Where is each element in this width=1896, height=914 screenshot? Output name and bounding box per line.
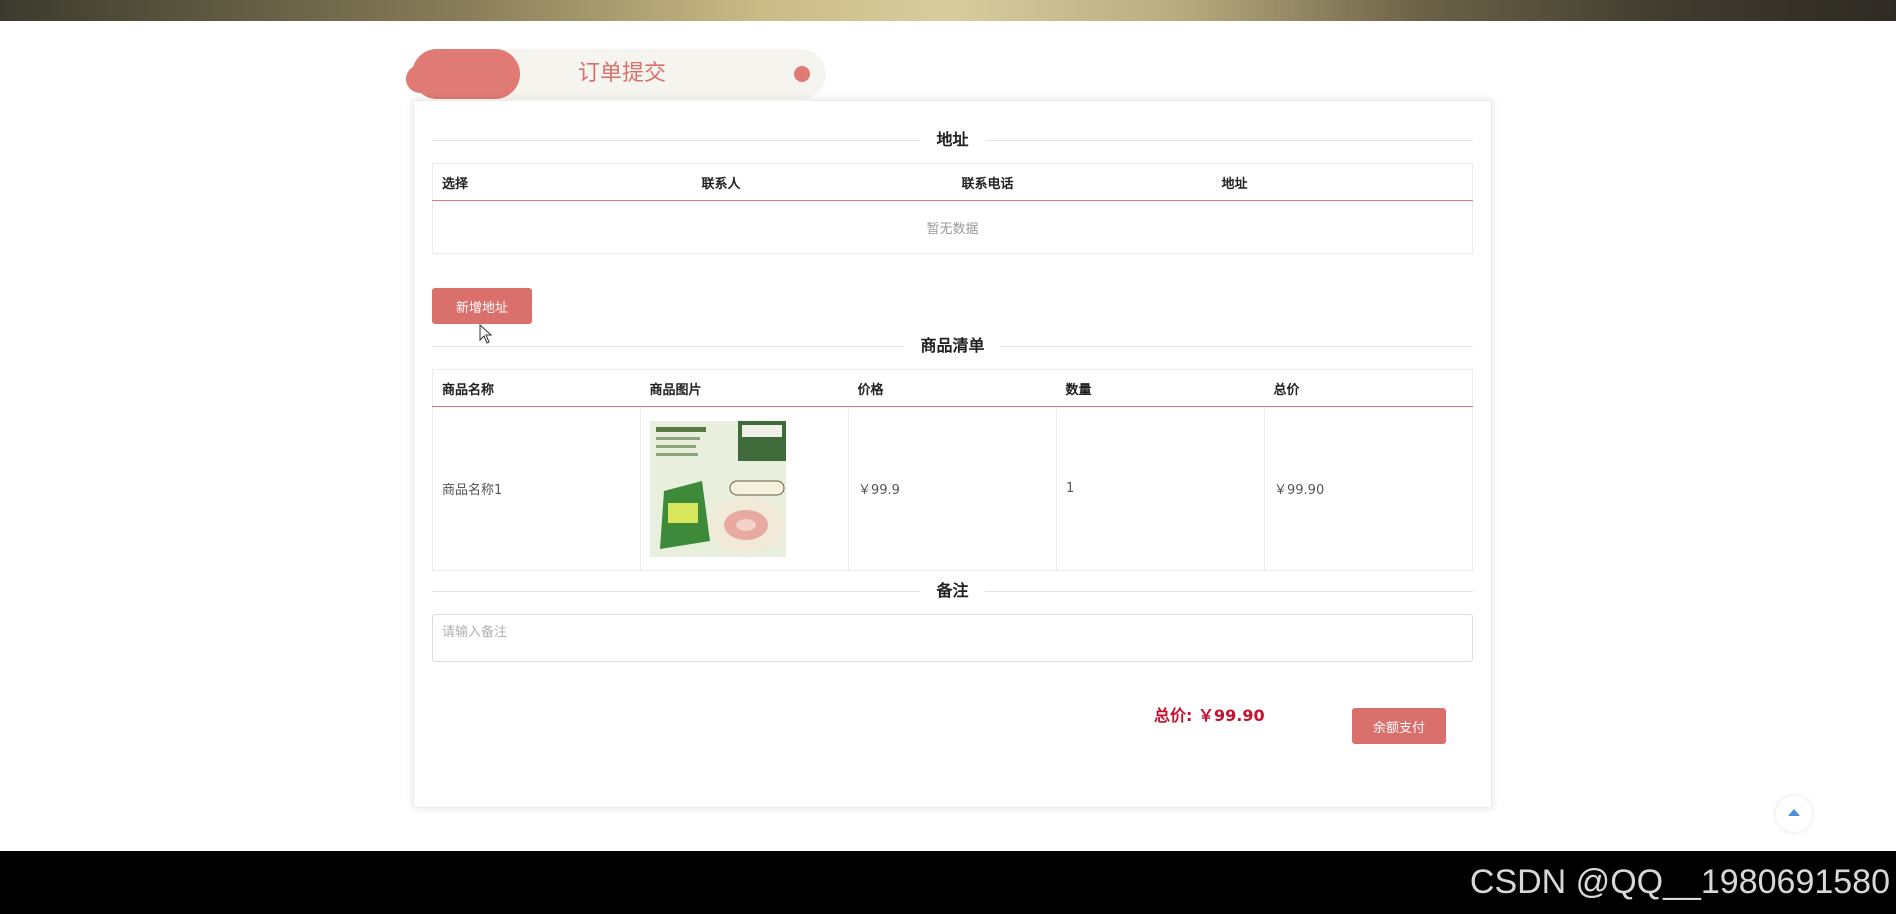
watermark-text: CSDN @QQ__1980691580 [1469,863,1890,901]
remark-section-divider: 备注 [432,579,1473,603]
column-header-price: 价格 [848,369,1057,407]
bottom-bar: CSDN @QQ__1980691580 [0,851,1896,914]
back-to-top-button[interactable] [1776,796,1812,832]
title-decoration-dot [794,66,810,82]
goods-section-divider: 商品清单 [432,334,1473,358]
order-total: 总价: ￥99.90 [1154,705,1504,727]
column-header-quantity: 数量 [1056,369,1265,407]
column-header-contact: 联系人 [692,163,953,201]
column-header-total: 总价 [1264,369,1473,407]
page-title: 订单提交 [577,61,666,86]
table-row: 商品名称1 ￥99.9 1 ￥99.90 [432,406,1473,571]
total-label: 总价: [1154,706,1193,725]
address-table-header: 选择 联系人 联系电话 地址 [432,163,1473,201]
goods-name-cell: 商品名称1 [432,406,641,571]
product-image [650,420,786,557]
column-header-select: 选择 [432,163,693,201]
remark-textarea[interactable] [432,614,1473,662]
add-address-button[interactable]: 新增地址 [432,288,532,324]
page-title-tab: 订单提交 [406,49,826,99]
address-section-title: 地址 [920,130,985,149]
title-decoration-pill [406,49,520,99]
empty-data-text: 暂无数据 [432,200,1473,254]
goods-section-title: 商品清单 [904,336,1001,355]
total-value: ￥99.90 [1197,706,1265,725]
order-card: 地址 选择 联系人 联系电话 地址 暂无数据 新增地址 商品清单 商品名称 商品… [413,100,1492,808]
address-section-divider: 地址 [432,128,1473,152]
total-cell: ￥99.90 [1264,406,1473,571]
goods-table: 商品名称 商品图片 价格 数量 总价 商品名称1 ￥99.9 1 ￥99.90 [432,369,1473,571]
goods-image-cell [640,406,849,571]
column-header-goods-name: 商品名称 [432,369,641,407]
column-header-goods-image: 商品图片 [640,369,849,407]
top-banner-strip [0,0,1896,21]
address-table: 选择 联系人 联系电话 地址 暂无数据 [432,163,1473,254]
quantity-cell: 1 [1056,406,1265,571]
price-cell: ￥99.9 [848,406,1057,571]
column-header-phone: 联系电话 [952,163,1213,201]
balance-pay-button[interactable]: 余额支付 [1352,708,1446,744]
goods-table-header: 商品名称 商品图片 价格 数量 总价 [432,369,1473,407]
remark-section-title: 备注 [920,581,985,600]
column-header-address: 地址 [1212,163,1473,201]
